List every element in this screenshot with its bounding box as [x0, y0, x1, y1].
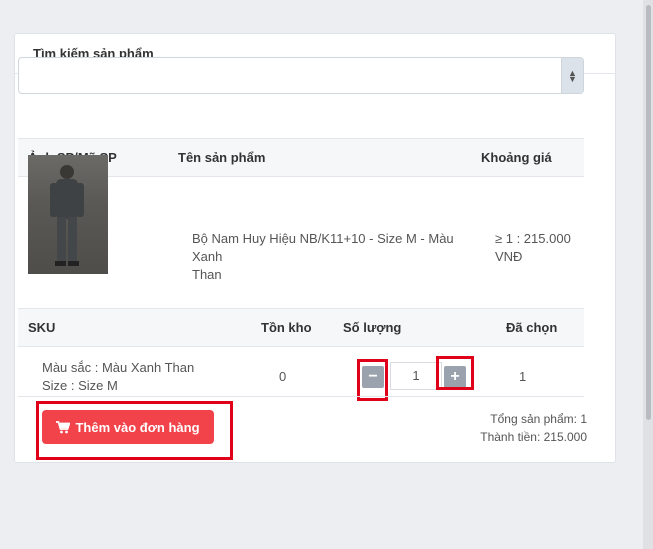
highlight-decrease: [357, 359, 388, 401]
arrow-down-icon: ▼: [568, 73, 577, 84]
product-name: Bộ Nam Huy Hiệu NB/K11+10 - Size M - Màu…: [192, 230, 482, 284]
header-quantity: Số lượng: [343, 320, 402, 335]
header-sku: SKU: [28, 320, 56, 335]
highlight-add-to-order: [36, 401, 233, 460]
sku-variant: Màu sắc : Màu Xanh Than Size : Size M: [42, 359, 242, 395]
sku-size: Size : Size M: [42, 378, 118, 393]
total-amount: Thành tiền: 215.000: [480, 430, 587, 444]
header-selected: Đã chọn: [506, 320, 558, 335]
header-product-name: Tên sản phẩm: [178, 150, 266, 165]
sku-table-header: SKU Tồn kho Số lượng Đã chọn: [18, 308, 584, 347]
product-price-unit: VNĐ: [495, 249, 523, 264]
product-price-line1: ≥ 1 : 215.000: [495, 231, 571, 246]
highlight-increase: [436, 356, 474, 390]
product-photo-figure: [50, 165, 84, 266]
product-search-select[interactable]: ▲ ▼: [18, 57, 584, 94]
page-scrollbar-thumb[interactable]: [646, 5, 651, 420]
sku-color: Màu sắc : Màu Xanh Than: [42, 360, 195, 375]
page-scrollbar-track[interactable]: [643, 0, 653, 549]
quantity-input[interactable]: 1: [390, 362, 442, 390]
order-summary: Tổng sản phẩm: 1 Thành tiền: 215.000: [480, 410, 587, 446]
header-stock: Tồn kho: [261, 320, 312, 335]
header-price-range: Khoảng giá: [481, 150, 552, 165]
sku-selected-count: 1: [519, 369, 527, 384]
product-name-line2: Than: [192, 267, 222, 282]
select-arrows-icon[interactable]: ▲ ▼: [561, 58, 583, 93]
product-price: ≥ 1 : 215.000 VNĐ: [495, 230, 585, 266]
sku-stock: 0: [279, 369, 287, 384]
sku-row-divider: [18, 396, 584, 397]
total-products: Tổng sản phẩm: 1: [490, 412, 587, 426]
product-name-line1: Bộ Nam Huy Hiệu NB/K11+10 - Size M - Màu…: [192, 231, 454, 264]
product-image[interactable]: [28, 155, 108, 274]
